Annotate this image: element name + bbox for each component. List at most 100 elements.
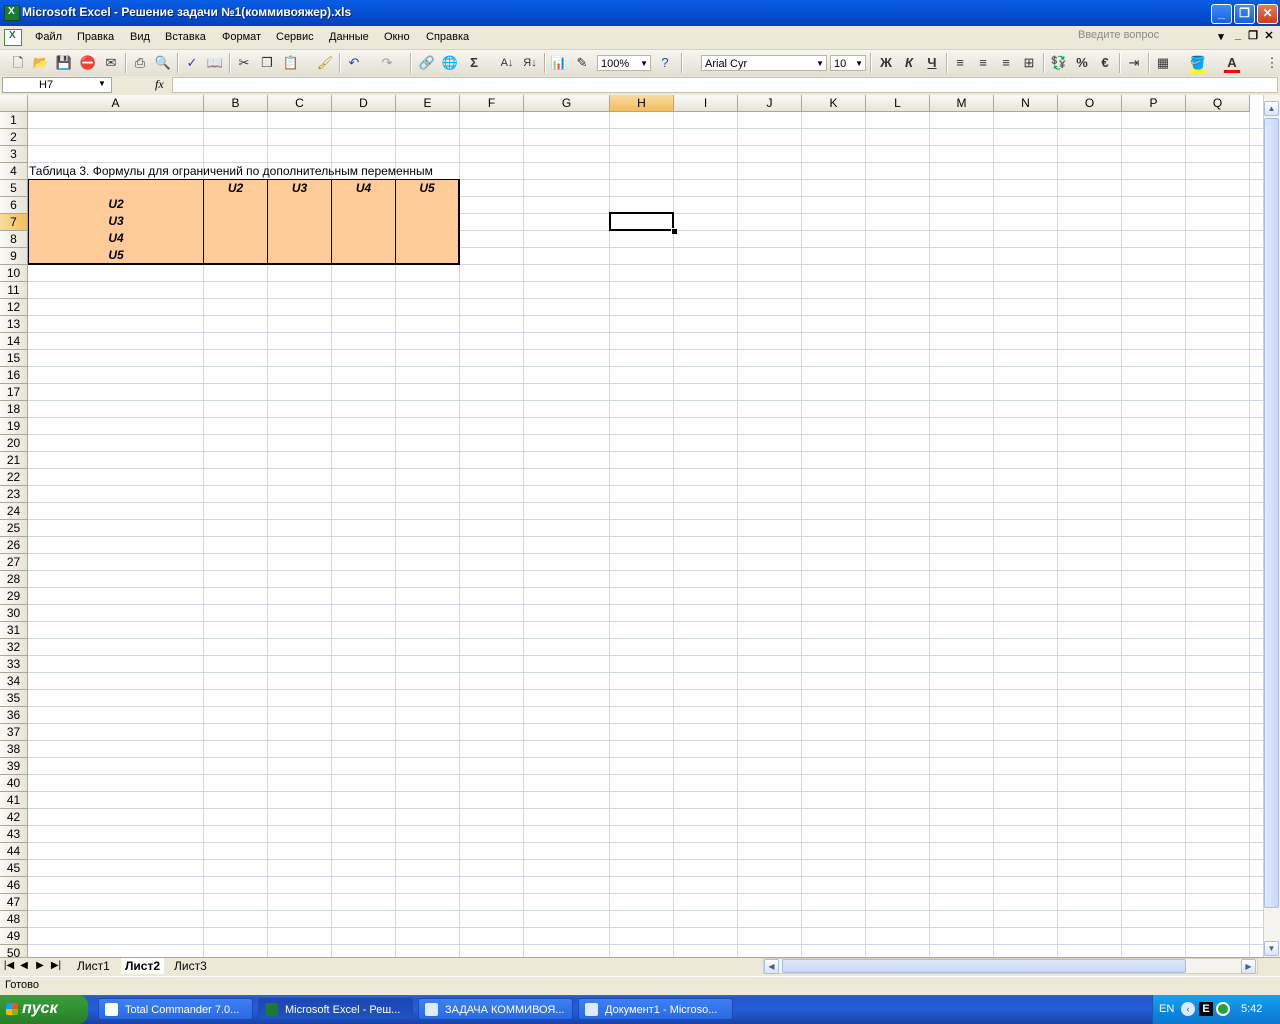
select-all-corner[interactable] xyxy=(0,95,28,112)
column-header-k[interactable]: K xyxy=(802,95,866,112)
column-header-q[interactable]: Q xyxy=(1186,95,1250,112)
row-header[interactable]: 43 xyxy=(0,826,28,843)
menu-file[interactable]: Файл xyxy=(35,31,62,43)
scroll-up-icon[interactable]: ▲ xyxy=(1264,101,1279,116)
table-cell[interactable] xyxy=(204,196,268,214)
align-center-icon[interactable]: ≡ xyxy=(973,53,993,73)
row-header[interactable]: 33 xyxy=(0,656,28,673)
row-header[interactable]: 21 xyxy=(0,452,28,469)
menu-edit[interactable]: Правка xyxy=(77,31,114,43)
row-header[interactable]: 13 xyxy=(0,316,28,333)
hyperlink-icon[interactable]: 🔗 xyxy=(417,53,437,73)
row-header[interactable]: 19 xyxy=(0,418,28,435)
table-cell[interactable] xyxy=(396,213,460,231)
row-header[interactable]: 12 xyxy=(0,299,28,316)
language-indicator[interactable]: EN xyxy=(1159,1003,1174,1015)
row-header[interactable]: 30 xyxy=(0,605,28,622)
row-header[interactable]: 34 xyxy=(0,673,28,690)
row-header[interactable]: 1 xyxy=(0,112,28,129)
format-painter-icon[interactable]: 🖌 xyxy=(315,53,335,73)
help-question-input[interactable]: Введите вопрос xyxy=(1078,29,1228,45)
indent-icon[interactable]: ⇥ xyxy=(1124,53,1144,73)
row-header[interactable]: 9 xyxy=(0,248,28,265)
row-header[interactable]: 47 xyxy=(0,894,28,911)
row-header[interactable]: 8 xyxy=(0,231,28,248)
help-icon[interactable]: ? xyxy=(655,53,675,73)
merge-icon[interactable]: ⊞ xyxy=(1019,53,1039,73)
permission-icon[interactable]: ⛔ xyxy=(78,53,98,73)
sheet-tab-3[interactable]: Лист3 xyxy=(170,958,211,974)
column-header-i[interactable]: I xyxy=(674,95,738,112)
row-header[interactable]: 35 xyxy=(0,690,28,707)
column-header-c[interactable]: C xyxy=(268,95,332,112)
row-header[interactable]: 45 xyxy=(0,860,28,877)
sort-desc-icon[interactable]: Я↓ xyxy=(520,53,540,73)
spreadsheet-grid[interactable]: A B C D E F G H I J K L M N O P Q 1 2 3 4 5 6 7 8 9 10 11 12 13 14 15 16… xyxy=(0,95,1263,957)
sum-icon[interactable]: Σ xyxy=(464,53,484,73)
menu-tools[interactable]: Сервис xyxy=(276,31,314,43)
column-header-o[interactable]: O xyxy=(1058,95,1122,112)
currency-icon[interactable]: 💱 xyxy=(1049,53,1069,73)
doc-close-button[interactable]: ✕ xyxy=(1262,29,1276,42)
row-header[interactable]: 46 xyxy=(0,877,28,894)
toolbar-options-icon[interactable]: ⋮ xyxy=(1262,53,1280,73)
row-header[interactable]: 29 xyxy=(0,588,28,605)
table-row-label[interactable]: U4 xyxy=(28,230,204,248)
row-header[interactable]: 38 xyxy=(0,741,28,758)
table-cell[interactable] xyxy=(204,213,268,231)
tray-e-icon[interactable]: E xyxy=(1199,1002,1213,1016)
table-cell[interactable] xyxy=(268,196,332,214)
column-header-n[interactable]: N xyxy=(994,95,1058,112)
align-right-icon[interactable]: ≡ xyxy=(996,53,1016,73)
menu-format[interactable]: Формат xyxy=(222,31,261,43)
scroll-right-icon[interactable]: ▶ xyxy=(1241,959,1256,974)
row-header[interactable]: 32 xyxy=(0,639,28,656)
row-header[interactable]: 16 xyxy=(0,367,28,384)
row-header[interactable]: 7 xyxy=(0,214,28,231)
tab-first-icon[interactable]: |◀ xyxy=(3,960,15,971)
row-header[interactable]: 10 xyxy=(0,265,28,282)
row-header[interactable]: 6 xyxy=(0,197,28,214)
row-header[interactable]: 48 xyxy=(0,911,28,928)
row-header[interactable]: 17 xyxy=(0,384,28,401)
row-header[interactable]: 44 xyxy=(0,843,28,860)
zoom-select[interactable]: 100% ▼ xyxy=(597,55,651,71)
row-header[interactable]: 37 xyxy=(0,724,28,741)
row-header[interactable]: 20 xyxy=(0,435,28,452)
row-header[interactable]: 22 xyxy=(0,469,28,486)
fill-handle[interactable] xyxy=(671,228,678,235)
chart-icon[interactable]: 📊 xyxy=(549,53,569,73)
table-header-cell[interactable]: U5 xyxy=(396,179,460,197)
tab-prev-icon[interactable]: ◀ xyxy=(18,960,30,971)
active-cell-selection[interactable] xyxy=(609,212,674,231)
row-header[interactable]: 28 xyxy=(0,571,28,588)
back-arrow-icon[interactable]: ‹ xyxy=(1181,1002,1195,1016)
menu-view[interactable]: Вид xyxy=(130,31,150,43)
research-icon[interactable]: 📖 xyxy=(205,53,225,73)
drawing-icon[interactable]: ✎ xyxy=(572,53,592,73)
taskbar-item-word-doc[interactable]: Документ1 - Microso... xyxy=(578,998,733,1020)
column-header-g[interactable]: G xyxy=(524,95,610,112)
column-header-a[interactable]: A xyxy=(28,95,204,112)
name-box-dropdown-icon[interactable]: ▼ xyxy=(98,79,106,88)
horizontal-scroll-thumb[interactable] xyxy=(782,959,1186,973)
table-header-cell[interactable]: U2 xyxy=(204,179,268,197)
font-name-select[interactable]: Arial Cyr ▼ xyxy=(701,55,827,71)
fx-icon[interactable]: fx xyxy=(155,77,164,92)
sort-asc-icon[interactable]: A↓ xyxy=(497,53,517,73)
excel-app-icon[interactable] xyxy=(4,5,20,21)
underline-button[interactable]: Ч xyxy=(922,53,942,73)
column-header-m[interactable]: M xyxy=(930,95,994,112)
tray-green-icon[interactable] xyxy=(1216,1002,1230,1016)
open-icon[interactable]: 📂 xyxy=(31,53,51,73)
row-header[interactable]: 2 xyxy=(0,129,28,146)
row-header[interactable]: 14 xyxy=(0,333,28,350)
row-header[interactable]: 36 xyxy=(0,707,28,724)
bold-button[interactable]: Ж xyxy=(876,53,896,73)
row-header[interactable]: 18 xyxy=(0,401,28,418)
table-cell[interactable] xyxy=(396,230,460,248)
row-header[interactable]: 5 xyxy=(0,180,28,197)
column-header-e[interactable]: E xyxy=(396,95,460,112)
formula-input[interactable] xyxy=(172,77,1278,93)
menu-insert[interactable]: Вставка xyxy=(165,31,206,43)
